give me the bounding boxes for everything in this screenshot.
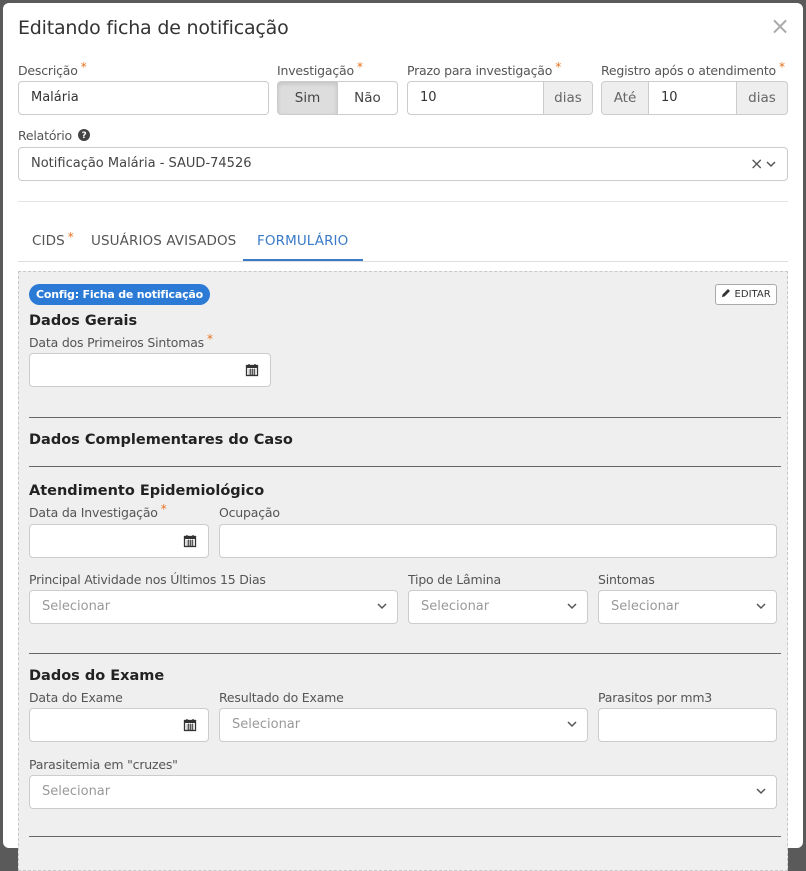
section-atendimento-title: Atendimento Epidemiológico: [29, 483, 265, 499]
chevron-down-icon: [377, 603, 387, 610]
data-investigacao-label: Data da Investigação *: [29, 502, 167, 520]
section-divider: [29, 653, 781, 654]
data-primeiros-sintomas-input[interactable]: [29, 353, 234, 387]
calendar-icon: [183, 719, 196, 732]
investigacao-nao-button[interactable]: Não: [337, 81, 398, 115]
modal-title: Editando ficha de notificação: [18, 17, 289, 39]
prazo-input[interactable]: 10: [407, 81, 544, 115]
parasitemia-select[interactable]: Selecionar: [29, 775, 777, 809]
sintomas-select[interactable]: Selecionar: [598, 590, 777, 624]
chevron-down-icon: [567, 603, 577, 610]
chevron-down-icon: [567, 721, 577, 728]
chevron-down-icon: [756, 788, 766, 795]
divider: [18, 201, 788, 202]
descricao-input[interactable]: Malária: [18, 81, 269, 115]
registro-label: Registro após o atendimento *: [601, 60, 785, 78]
chevron-down-icon: [756, 603, 766, 610]
tipo-lamina-select[interactable]: Selecionar: [408, 590, 588, 624]
prazo-unit-addon: dias: [543, 81, 593, 115]
question-circle-icon[interactable]: ?: [77, 129, 90, 141]
active-tab-indicator: [243, 259, 363, 261]
resultado-exame-label: Resultado do Exame: [219, 690, 344, 705]
prazo-label: Prazo para investigação *: [407, 60, 562, 78]
calendar-button[interactable]: [233, 353, 271, 387]
data-primeiros-sintomas-label: Data dos Primeiros Sintomas *: [29, 332, 213, 350]
close-icon[interactable]: ×: [769, 14, 791, 38]
clear-icon[interactable]: ×: [750, 154, 763, 173]
tabs-baseline: [18, 261, 788, 262]
chevron-down-icon[interactable]: [766, 161, 776, 168]
tab-cids[interactable]: CIDS *: [32, 230, 74, 249]
relatorio-value: Notificação Malária - SAUD-74526: [31, 156, 252, 171]
calendar-button[interactable]: [171, 524, 209, 558]
parasitemia-label: Parasitemia em "cruzes": [29, 757, 178, 772]
investigacao-sim-button[interactable]: Sim: [277, 81, 338, 115]
section-divider: [29, 836, 781, 837]
edit-button[interactable]: EDITAR: [715, 284, 777, 305]
calendar-button[interactable]: [171, 708, 209, 742]
section-divider: [29, 417, 781, 418]
data-exame-label: Data do Exame: [29, 690, 123, 705]
section-exame-title: Dados do Exame: [29, 668, 165, 684]
calendar-icon: [245, 364, 258, 377]
descricao-label: Descrição *: [18, 60, 87, 78]
investigacao-label: Investigação *: [277, 60, 363, 78]
svg-text:?: ?: [81, 131, 86, 141]
data-investigacao-input[interactable]: [29, 524, 172, 558]
data-exame-input[interactable]: [29, 708, 172, 742]
calendar-icon: [183, 535, 196, 548]
registro-input[interactable]: 10: [648, 81, 737, 115]
ocupacao-label: Ocupação: [219, 505, 280, 520]
relatorio-select[interactable]: Notificação Malária - SAUD-74526: [18, 147, 788, 181]
parasitos-input[interactable]: [598, 708, 777, 742]
tipo-lamina-label: Tipo de Lâmina: [408, 572, 501, 587]
registro-unit-addon: dias: [736, 81, 788, 115]
parasitos-label: Parasitos por mm3: [598, 690, 713, 705]
principal-atividade-select[interactable]: Selecionar: [29, 590, 398, 624]
ocupacao-input[interactable]: [219, 524, 777, 558]
tab-formulario[interactable]: FORMULÁRIO: [257, 233, 348, 249]
sintomas-label: Sintomas: [598, 572, 655, 587]
section-complementares-title: Dados Complementares do Caso: [29, 432, 293, 448]
registro-prefix-addon: Até: [601, 81, 649, 115]
section-divider: [29, 466, 781, 467]
principal-atividade-label: Principal Atividade nos Últimos 15 Dias: [29, 572, 266, 587]
edit-notification-modal: Editando ficha de notificação × Descriçã…: [3, 3, 803, 871]
config-badge: Config: Ficha de notificação: [29, 284, 210, 305]
pencil-icon: [722, 289, 731, 297]
section-dados-gerais-title: Dados Gerais: [29, 313, 138, 329]
tab-usuarios-avisados[interactable]: USUÁRIOS AVISADOS: [91, 233, 236, 249]
resultado-exame-select[interactable]: Selecionar: [219, 708, 588, 742]
relatorio-label: Relatório ?: [18, 128, 90, 143]
